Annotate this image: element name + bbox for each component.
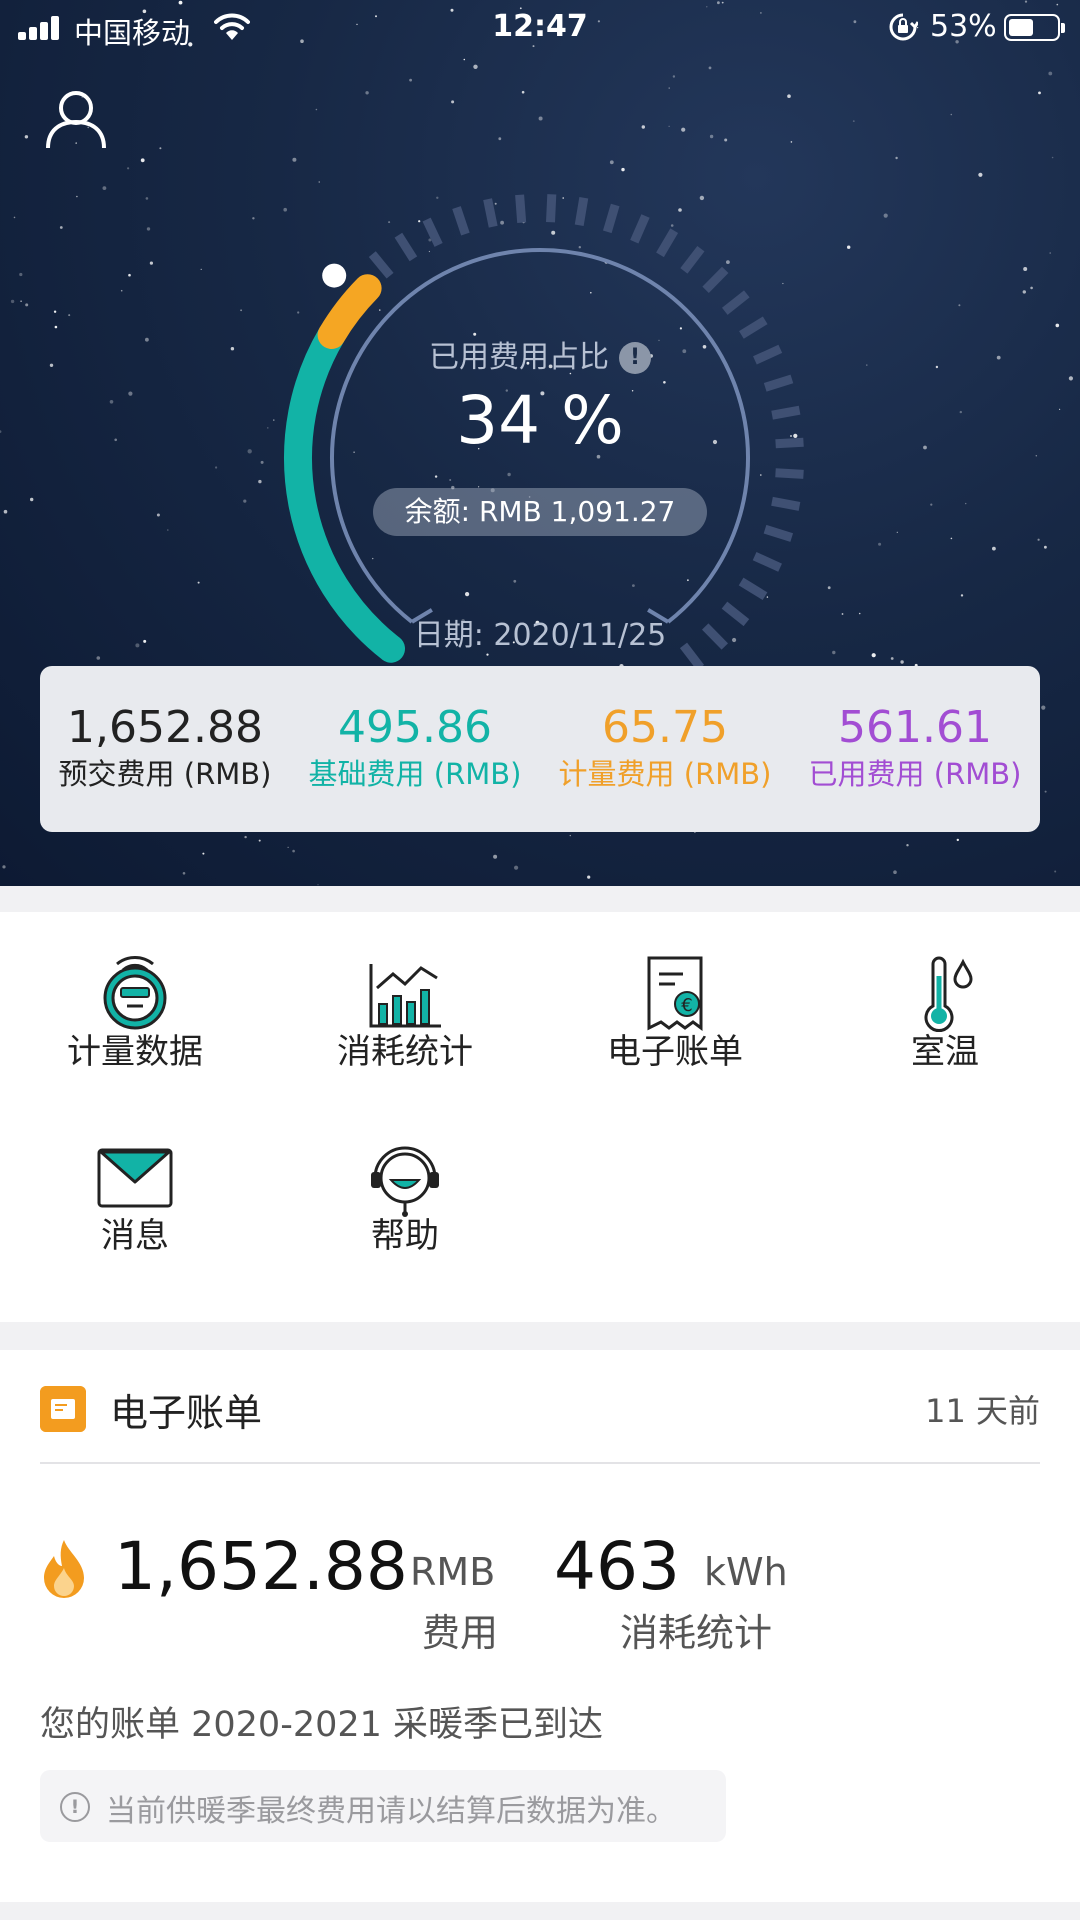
- function-label: 消息: [101, 1216, 169, 1256]
- bill-icon: [40, 1386, 86, 1432]
- info-circle-icon: !: [60, 1792, 90, 1822]
- fee-prepaid-label: 预交费用 (RMB): [58, 757, 272, 791]
- gauge-progress-orange: [317, 274, 382, 349]
- bill-time-ago: 11 天前: [925, 1392, 1040, 1430]
- function-meter-data[interactable]: 计量数据: [0, 912, 270, 1082]
- gauge-tick: [722, 290, 750, 315]
- function-label: 消耗统计: [337, 1032, 473, 1072]
- bill-cost-label: 费用: [422, 1611, 499, 1655]
- gauge-percent: 34 %: [456, 382, 624, 459]
- e-bill-card[interactable]: 电子账单 11 天前 1,652.88 RMB 费用 463 kWh 消耗统计 …: [0, 1350, 1080, 1902]
- gauge-tick: [574, 196, 589, 227]
- bill-usage-value: 463: [554, 1528, 680, 1605]
- fee-metered-value: 65.75: [602, 702, 728, 753]
- gauge-tick: [394, 232, 418, 262]
- gauge-tick: [738, 577, 768, 601]
- bar-chart-icon: [369, 964, 441, 1028]
- thermometer-icon: [924, 956, 973, 1033]
- gauge-title-text: 已用费用占比: [429, 340, 609, 375]
- bill-usage-unit: kWh: [704, 1550, 788, 1594]
- fee-used-value: 561.61: [838, 702, 992, 753]
- gauge-tick: [602, 203, 620, 234]
- function-messages[interactable]: 消息: [0, 1096, 270, 1266]
- bill-notice-text: 当前供暖季最终费用请以结算后数据为准。: [106, 1794, 676, 1829]
- svg-text:€: €: [681, 995, 692, 1016]
- headset-support-icon: [371, 1146, 439, 1217]
- info-icon[interactable]: !: [619, 342, 651, 374]
- bill-cost-unit: RMB: [410, 1550, 496, 1594]
- fee-basic-value: 495.86: [338, 702, 492, 753]
- envelope-icon: [97, 1148, 173, 1208]
- function-grid: 计量数据 消耗统计 € 电子账单 室温 消息 帮助: [0, 912, 1080, 1322]
- dashboard-header: 中国移动 12:47 53% 已用费用占比! 34 % 余额: RMB 1,09…: [0, 0, 1080, 886]
- divider: [40, 1462, 1040, 1464]
- gauge-tick: [702, 266, 729, 293]
- gauge-tick: [656, 228, 679, 258]
- fee-metered[interactable]: 65.75 计量费用 (RMB): [540, 702, 790, 794]
- gauge-tick: [368, 251, 394, 279]
- function-label: 电子账单: [607, 1032, 743, 1072]
- fee-prepaid-value: 1,652.88: [67, 702, 263, 753]
- gauge-tick: [680, 245, 705, 274]
- fee-used-label: 已用费用 (RMB): [808, 757, 1022, 791]
- bill-notice: ! 当前供暖季最终费用请以结算后数据为准。: [40, 1770, 726, 1842]
- gauge-tick: [775, 468, 804, 479]
- gauge-tick: [452, 206, 470, 236]
- fee-prepaid[interactable]: 1,652.88 预交费用 (RMB): [40, 702, 290, 794]
- gauge-tick: [763, 524, 794, 542]
- gauge-tick: [630, 214, 650, 244]
- function-help[interactable]: 帮助: [270, 1096, 540, 1266]
- bill-message: 您的账单 2020-2021 采暖季已到达: [40, 1705, 604, 1745]
- meter-device-icon: [103, 956, 167, 1030]
- function-e-bill[interactable]: € 电子账单: [540, 912, 810, 1082]
- balance-pill: 余额: RMB 1,091.27: [373, 488, 707, 536]
- function-consumption-stats[interactable]: 消耗统计: [270, 912, 540, 1082]
- gauge-tick: [771, 496, 801, 511]
- gauge-tick: [422, 217, 443, 247]
- function-label: 计量数据: [67, 1032, 203, 1072]
- bill-title: 电子账单: [110, 1391, 263, 1435]
- bill-cost-value: 1,652.88: [114, 1528, 408, 1605]
- gauge-date: 日期: 2020/11/25: [413, 618, 667, 653]
- fee-basic[interactable]: 495.86 基础费用 (RMB): [290, 702, 540, 794]
- gauge-tick: [483, 198, 498, 228]
- fee-metered-label: 计量费用 (RMB): [558, 757, 772, 791]
- function-label: 室温: [911, 1032, 979, 1072]
- gauge-tick: [752, 552, 782, 572]
- bill-usage-label: 消耗统计: [620, 1611, 773, 1655]
- euro-receipt-icon: €: [647, 956, 703, 1031]
- gauge-tick: [515, 194, 527, 224]
- function-label: 帮助: [371, 1216, 439, 1256]
- fee-summary-card: 1,652.88 预交费用 (RMB) 495.86 基础费用 (RMB) 65…: [40, 666, 1040, 832]
- gauge-tick: [546, 194, 557, 223]
- gauge-title: 已用费用占比!: [0, 332, 1080, 376]
- gauge-indicator-dot: [322, 263, 347, 288]
- flame-icon: [44, 1540, 84, 1598]
- fee-used[interactable]: 561.61 已用费用 (RMB): [790, 702, 1040, 794]
- fee-basic-label: 基础费用 (RMB): [308, 757, 522, 791]
- function-room-temperature[interactable]: 室温: [810, 912, 1080, 1082]
